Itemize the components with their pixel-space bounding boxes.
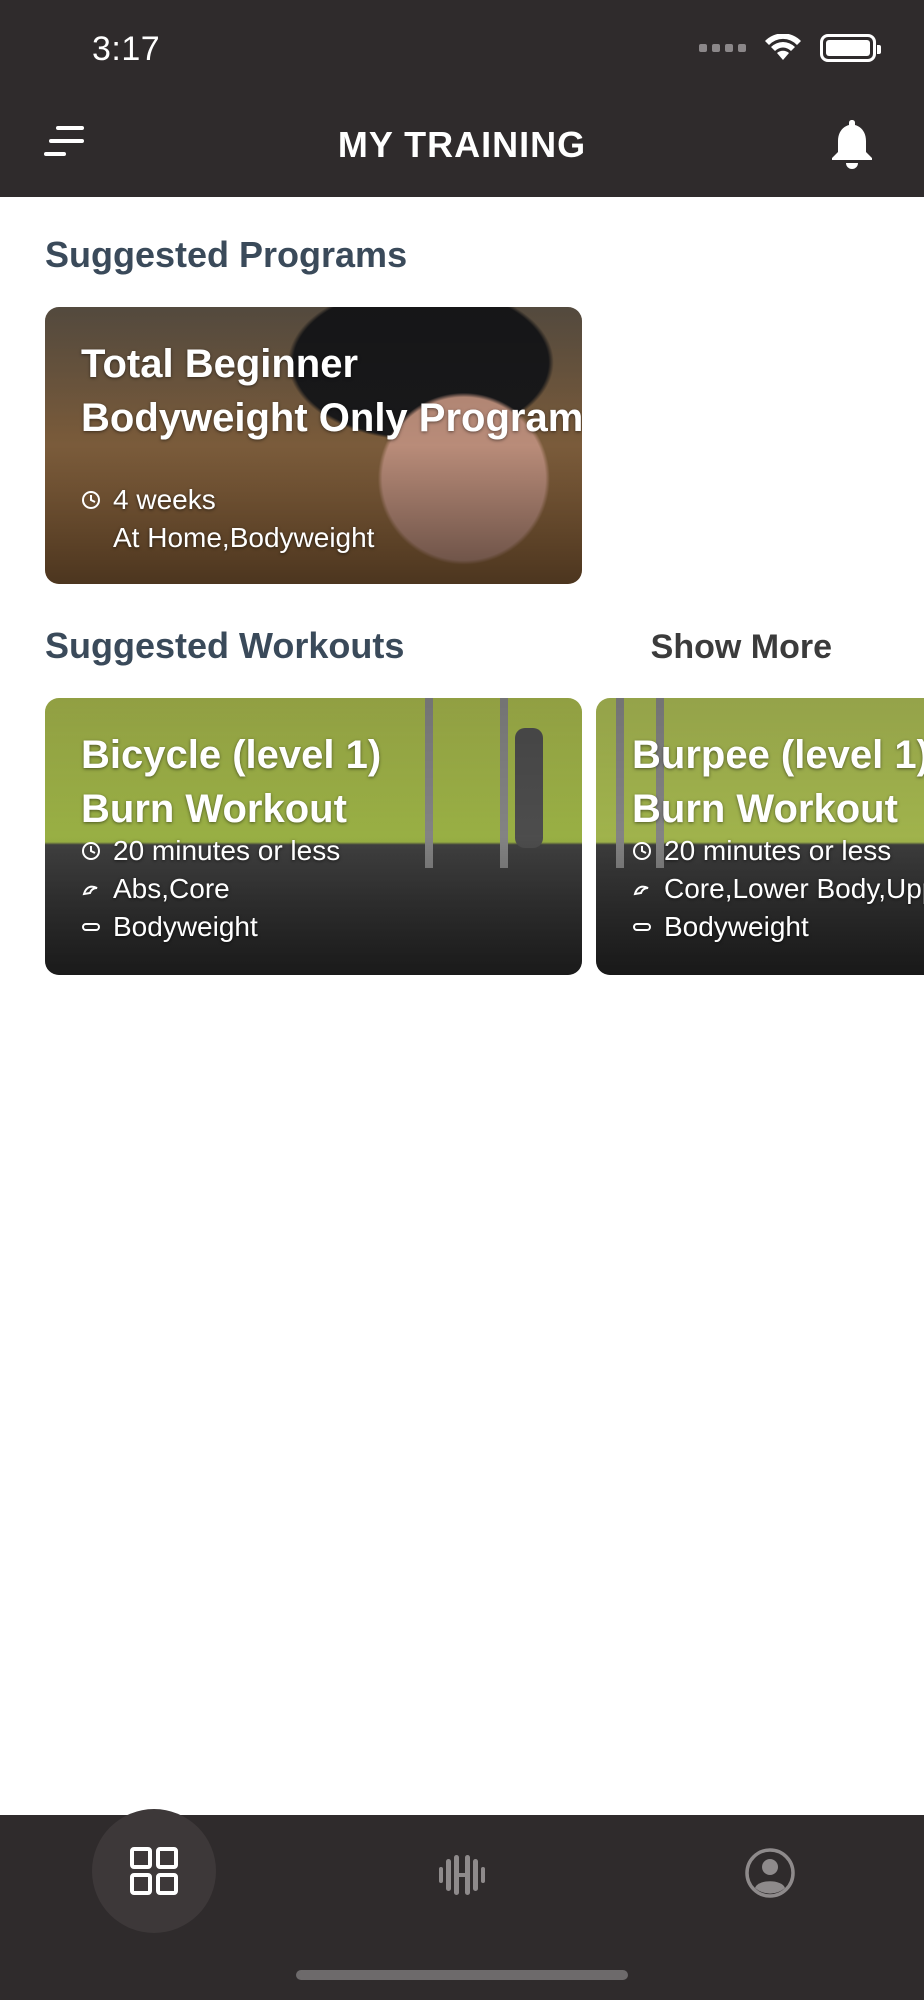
home-indicator [296,1970,628,1980]
workout-duration: 20 minutes or less [113,835,341,866]
bell-icon [832,120,872,169]
tab-home[interactable] [92,1809,216,1933]
tab-workouts[interactable] [432,1845,492,1905]
muscle-icon [82,885,98,896]
cellular-signal-icon [699,44,746,52]
profile-icon [745,1848,795,1898]
dumbbell-icon [439,1855,485,1895]
workout-title: Burpee (level 1) Burn Workout [632,733,924,831]
equipment-icon [633,923,651,931]
page-title: MY TRAINING [337,124,587,165]
battery-icon [820,34,881,62]
program-tags: At Home,Bodyweight [113,522,375,553]
program-title: Total Beginner Bodyweight Only Program [81,342,582,440]
status-icons [699,34,881,62]
status-time: 3:17 [92,30,161,68]
wifi-icon [765,34,801,60]
program-meta: 4 weeks At Home,Bodyweight [81,481,374,557]
workout-title: Bicycle (level 1) Burn Workout [81,733,382,831]
equipment-icon [82,923,100,931]
program-duration: 4 weeks [113,484,216,515]
workout-meta: 20 minutes or less Abs,Core Bodyweight [81,832,340,946]
home-grid-icon [130,1847,178,1895]
clock-icon [633,842,651,860]
clock-icon [82,491,100,509]
notifications-button[interactable] [828,118,878,174]
suggested-programs-title: Suggested Programs [45,234,408,275]
workout-muscles: Core,Lower Body,Uppe [664,873,924,904]
workout-meta: 20 minutes or less Core,Lower Body,Uppe … [632,832,924,946]
workout-equipment: Bodyweight [664,911,809,942]
workout-equipment: Bodyweight [113,911,258,942]
show-more-link[interactable]: Show More [651,628,832,667]
app-header: 3:17 MY TRAINING [0,0,924,197]
workout-card[interactable]: Burpee (level 1) Burn Workout 20 minutes… [596,698,924,975]
workout-card[interactable]: Bicycle (level 1) Burn Workout 20 minute… [45,698,582,975]
clock-icon [82,842,100,860]
tab-profile[interactable] [740,1843,800,1903]
workout-muscles: Abs,Core [113,873,230,904]
program-card[interactable]: Total Beginner Bodyweight Only Program 4… [45,307,582,584]
suggested-workouts-title: Suggested Workouts [45,625,405,666]
workout-duration: 20 minutes or less [664,835,892,866]
muscle-icon [633,885,649,896]
